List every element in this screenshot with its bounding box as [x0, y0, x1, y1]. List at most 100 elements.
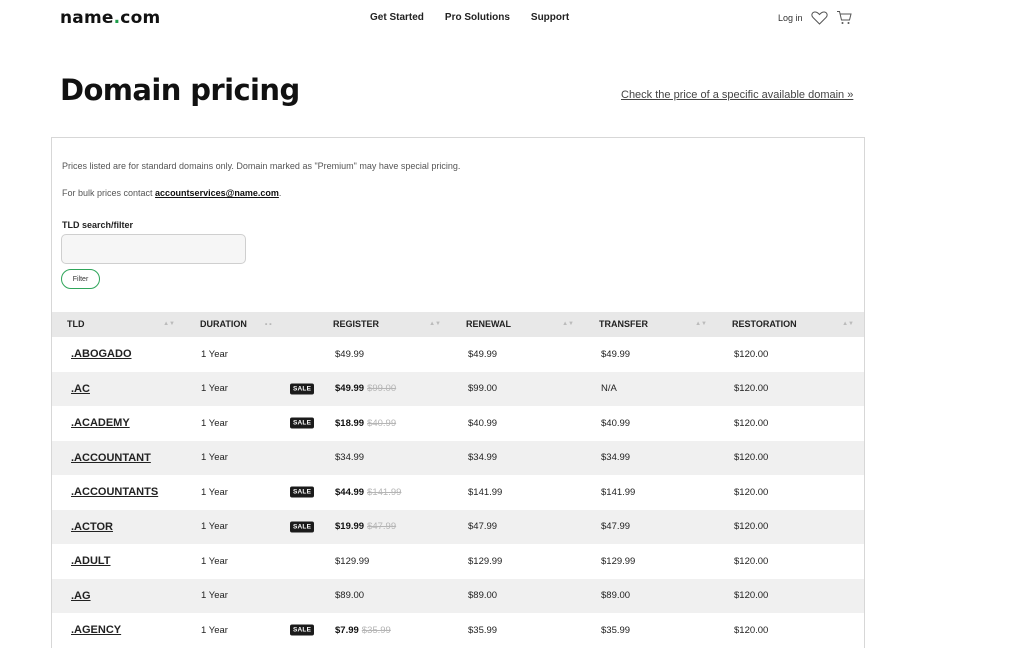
restoration-cell: $120.00 — [717, 441, 864, 476]
tld-link[interactable]: .ACCOUNTANTS — [69, 486, 158, 498]
header-register-label: REGISTER — [333, 319, 380, 329]
heart-icon[interactable] — [810, 10, 828, 25]
transfer-cell: N/A — [584, 372, 717, 407]
duration-cell: 1 Year SALE — [185, 475, 318, 510]
transfer-cell: $49.99 — [584, 337, 717, 372]
transfer-price: $34.99 — [601, 452, 631, 464]
tld-link[interactable]: .ACADEMY — [69, 417, 130, 429]
bulk-note-suffix: . — [278, 188, 282, 198]
tld-cell: .AGENCY — [52, 613, 185, 648]
tld-link[interactable]: .ABOGADO — [69, 348, 132, 360]
restoration-price: $120.00 — [734, 555, 769, 567]
filter-button[interactable]: Filter — [61, 269, 100, 289]
logo-tld: com — [120, 8, 161, 28]
table-row: .AG 1 Year $89.00 $89.00 $89.00 $120.00 — [52, 578, 864, 614]
header-transfer-label: TRANSFER — [599, 319, 648, 329]
register-cell: $34.99 — [318, 441, 451, 476]
restoration-price: $120.00 — [734, 383, 769, 395]
duration-cell: 1 Year — [185, 544, 318, 579]
tld-link[interactable]: .ACCOUNTANT — [69, 452, 151, 464]
table-row: .ADULT 1 Year $129.99 $129.99 $129.99 $120.00 — [52, 544, 864, 579]
header-restoration[interactable]: RESTORATION ▲▼ — [717, 312, 864, 337]
tld-link[interactable]: .AC — [69, 383, 90, 395]
duration-sort-icon[interactable]: - - — [265, 312, 272, 337]
renewal-price: $129.99 — [468, 555, 503, 567]
duration-value: 1 Year — [201, 452, 228, 464]
restoration-cell: $120.00 — [717, 406, 864, 441]
register-price: $18.99 — [335, 417, 365, 429]
nav-pro-solutions[interactable]: Pro Solutions — [445, 12, 510, 23]
transfer-price: $89.00 — [601, 590, 631, 602]
login-link[interactable]: Log in — [778, 13, 803, 23]
renewal-price: $89.00 — [468, 590, 498, 602]
cart-icon[interactable] — [836, 10, 852, 25]
tld-cell: .ACCOUNTANT — [52, 441, 185, 476]
duration-value: 1 Year — [201, 486, 228, 498]
table-row: .AGENCY 1 Year SALE $7.99 $35.99 $35.99 $35.99… — [52, 613, 864, 648]
renewal-cell: $40.99 — [451, 406, 584, 441]
renewal-price: $99.00 — [468, 383, 498, 395]
header-renewal[interactable]: RENEWAL ▲▼ — [451, 312, 584, 337]
renewal-price: $35.99 — [468, 624, 498, 636]
nav-get-started[interactable]: Get Started — [370, 12, 424, 23]
duration-cell: 1 Year — [185, 337, 318, 372]
sale-badge: SALE — [290, 624, 315, 636]
renewal-cell: $49.99 — [451, 337, 584, 372]
header-tld[interactable]: TLD ▲▼ — [52, 312, 185, 337]
header-duration[interactable]: DURATION - - — [185, 312, 318, 337]
register-price: $19.99 — [335, 521, 365, 533]
restoration-cell: $120.00 — [717, 337, 864, 372]
renewal-cell: $99.00 — [451, 372, 584, 407]
logo[interactable]: name.com — [60, 8, 160, 28]
renewal-price: $47.99 — [468, 521, 498, 533]
register-old-price: $141.99 — [367, 486, 402, 498]
register-cell: $18.99 $40.99 — [318, 406, 451, 441]
tld-cell: .AC — [52, 372, 185, 407]
renewal-price: $49.99 — [468, 348, 498, 360]
tld-link[interactable]: .AG — [69, 590, 91, 602]
transfer-cell: $141.99 — [584, 475, 717, 510]
top-navigation-bar: name.com Get Started Pro Solutions Suppo… — [0, 0, 1024, 38]
table-row: .ACCOUNTANT 1 Year $34.99 $34.99 $34.99 $120.… — [52, 440, 864, 476]
restoration-price: $120.00 — [734, 417, 769, 429]
header-transfer[interactable]: TRANSFER ▲▼ — [584, 312, 717, 337]
tld-link[interactable]: .ADULT — [69, 555, 111, 567]
table-header: TLD ▲▼ DURATION - - REGISTER ▲▼ RENEWAL ▲▼ T… — [52, 312, 864, 337]
pricing-panel: Prices listed are for standard domains o… — [51, 137, 865, 648]
duration-value: 1 Year — [201, 417, 228, 429]
renewal-price: $34.99 — [468, 452, 498, 464]
register-price: $34.99 — [335, 452, 365, 464]
register-cell: $49.99 $99.00 — [318, 372, 451, 407]
transfer-cell: $47.99 — [584, 510, 717, 545]
nav-support[interactable]: Support — [531, 12, 569, 23]
duration-value: 1 Year — [201, 521, 228, 533]
tld-cell: .ADULT — [52, 544, 185, 579]
register-price: $7.99 — [335, 624, 359, 636]
sale-badge: SALE — [290, 521, 315, 533]
duration-cell: 1 Year SALE — [185, 406, 318, 441]
check-price-link[interactable]: Check the price of a specific available … — [621, 89, 853, 101]
header-renewal-label: RENEWAL — [466, 319, 511, 329]
bulk-note: For bulk prices contact accountservices@… — [62, 188, 281, 198]
renewal-cell: $89.00 — [451, 579, 584, 614]
bulk-note-prefix: For bulk prices contact — [62, 188, 156, 198]
register-cell: $7.99 $35.99 — [318, 613, 451, 648]
tld-link[interactable]: .ACTOR — [69, 521, 113, 533]
restoration-price: $120.00 — [734, 348, 769, 360]
register-cell: $49.99 — [318, 337, 451, 372]
transfer-price: $40.99 — [601, 417, 631, 429]
table-row: .AC 1 Year SALE $49.99 $99.00 $99.00 N/A $120.0… — [52, 371, 864, 407]
account-services-email-link[interactable]: accountservices@name.com — [155, 188, 279, 198]
header-register[interactable]: REGISTER ▲▼ — [318, 312, 451, 337]
transfer-price: $141.99 — [601, 486, 636, 498]
sale-badge: SALE — [290, 486, 315, 498]
tld-cell: .ACCOUNTANTS — [52, 475, 185, 510]
table-row: .ACTOR 1 Year SALE $19.99 $47.99 $47.99 $47.99… — [52, 509, 864, 545]
renewal-price: $141.99 — [468, 486, 503, 498]
duration-cell: 1 Year — [185, 579, 318, 614]
register-price: $49.99 — [335, 383, 365, 395]
tld-link[interactable]: .AGENCY — [69, 624, 121, 636]
tld-filter-input[interactable] — [61, 234, 246, 264]
sale-badge: SALE — [290, 383, 315, 395]
renewal-cell: $34.99 — [451, 441, 584, 476]
